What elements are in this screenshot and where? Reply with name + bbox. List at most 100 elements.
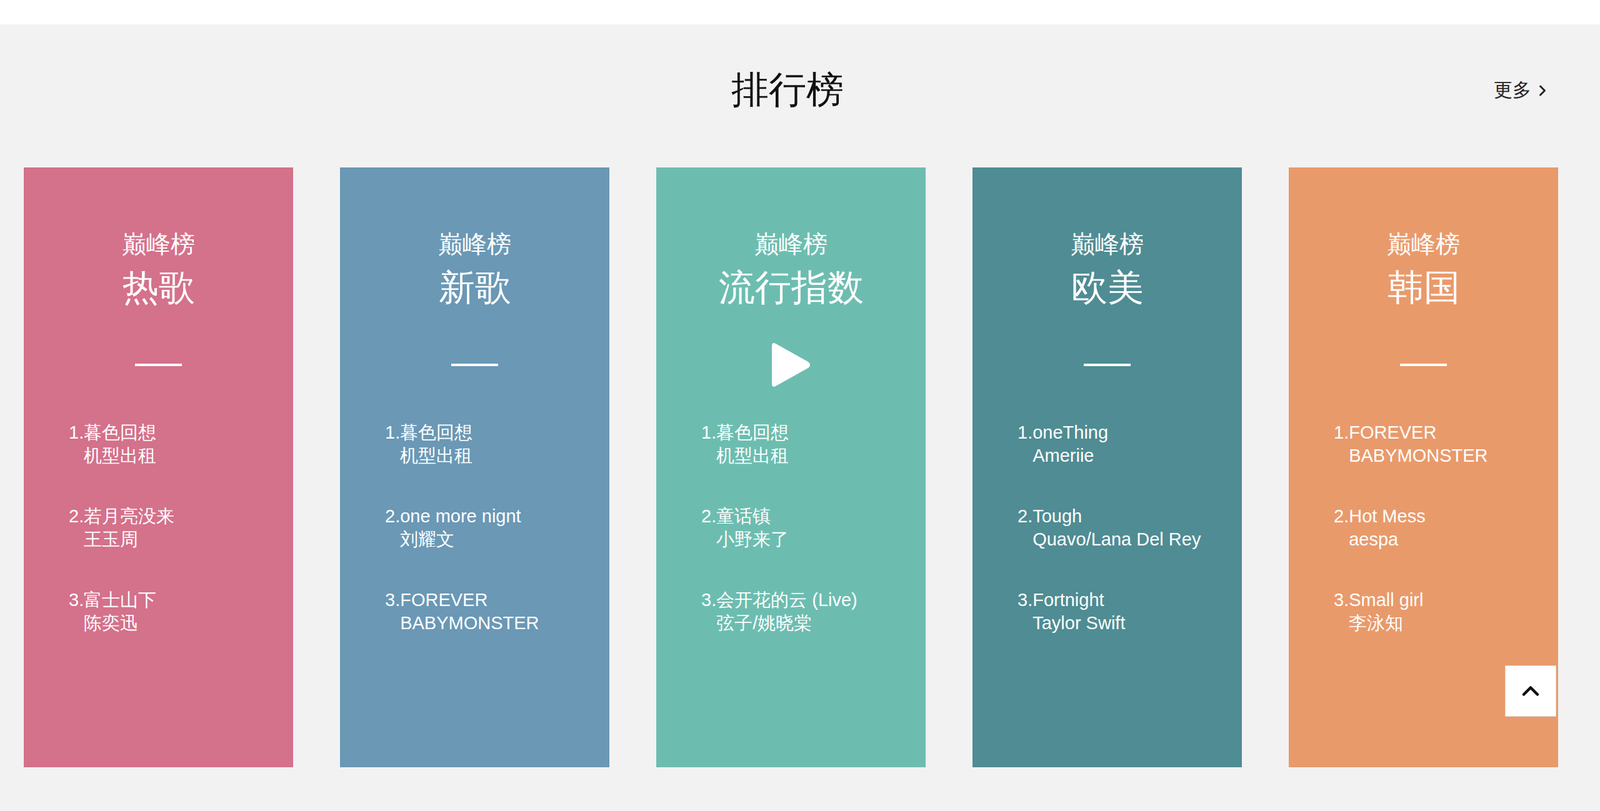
chart-card[interactable]: 巅峰榜热歌1.暮色回想机型出租2.若月亮没来王玉周3.富士山下陈奕迅 [23, 167, 294, 768]
song-item[interactable]: 3.FortnightTaylor Swift [1017, 588, 1205, 635]
song-item[interactable]: 1.FOREVERBABYMONSTER [1333, 421, 1521, 468]
song-list: 1.oneThingAmeriie 2.ToughQuavo/Lana Del R… [1017, 421, 1205, 635]
song-item[interactable]: 2.Hot Messaespa [1333, 505, 1521, 552]
song-rank: 2. [1333, 505, 1349, 552]
song-artist: 机型出租 [83, 444, 157, 468]
divider [1400, 363, 1447, 367]
song-title: Fortnight [1032, 588, 1125, 612]
chart-label: 巅峰榜 [1326, 230, 1521, 260]
song-rank: 1. [1017, 421, 1033, 468]
song-artist: 弦子/姚晓棠 [716, 611, 858, 635]
song-rank: 1. [68, 421, 84, 468]
song-rank: 1. [385, 421, 400, 468]
divider [451, 363, 499, 367]
song-item[interactable]: 3.FOREVERBABYMONSTER [385, 588, 572, 635]
song-title: 暮色回想 [400, 421, 473, 445]
song-item[interactable]: 2.若月亮没来王玉周 [68, 505, 256, 552]
page: 排行榜更多巅峰榜热歌1.暮色回想机型出租2.若月亮没来王玉周3.富士山下陈奕迅巅… [0, 0, 1600, 811]
song-artist: Quavo/Lana Del Rey [1032, 528, 1201, 552]
song-artist: BABYMONSTER [400, 611, 539, 635]
song-artist: 王玉周 [83, 528, 175, 552]
song-title: 暮色回想 [716, 421, 789, 445]
chart-card[interactable]: 巅峰榜流行指数 1.暮色回想机型出租 2.童话镇小野来了 3.会开花的云 (Live)… [656, 167, 926, 768]
chart-card[interactable]: 巅峰榜欧美 1.oneThingAmeriie 2.ToughQuavo/Lana … [972, 167, 1242, 768]
song-info: Hot Messaespa [1348, 505, 1425, 552]
song-info: 会开花的云 (Live)弦子/姚晓棠 [716, 588, 858, 635]
song-artist: Taylor Swift [1032, 611, 1125, 635]
song-item[interactable]: 1.暮色回想机型出租 [385, 421, 572, 468]
song-title: 富士山下 [83, 588, 157, 612]
song-item[interactable]: 1.暮色回想机型出租 [68, 421, 256, 468]
song-title: one more nignt [400, 505, 521, 529]
chart-cards: 巅峰榜热歌1.暮色回想机型出租2.若月亮没来王玉周3.富士山下陈奕迅巅峰榜新歌1… [23, 167, 1600, 768]
song-list: 1.暮色回想机型出租 2.one more nignt刘耀文 3.FOREVERBA… [385, 421, 572, 635]
song-list: 1.暮色回想机型出租 2.童话镇小野来了 3.会开花的云 (Live)弦子/姚晓棠 [701, 421, 889, 635]
chart-mark [61, 340, 256, 390]
title-row: 排行榜 更多 [23, 65, 1600, 115]
more-link[interactable]: 更多 [1493, 77, 1552, 104]
chart-card[interactable]: 巅峰榜新歌1.暮色回想机型出租2.one more nignt刘耀文3.FORE… [340, 167, 610, 768]
song-artist: Ameriie [1032, 444, 1109, 468]
chevron-right-icon [1533, 81, 1552, 100]
song-rank: 2. [701, 505, 717, 552]
top-strip [0, 0, 1600, 25]
song-info: 若月亮没来王玉周 [83, 505, 175, 552]
song-info: ToughQuavo/Lana Del Rey [1032, 505, 1201, 552]
play-icon[interactable] [770, 341, 812, 389]
song-artist: 刘耀文 [400, 528, 521, 552]
song-info: oneThingAmeriie [1032, 421, 1109, 468]
chart-name: 流行指数 [693, 265, 889, 310]
song-item[interactable]: 3.富士山下陈奕迅 [68, 588, 256, 635]
song-info: 暮色回想机型出租 [83, 421, 157, 468]
chart-name: 韩国 [1326, 265, 1521, 310]
song-item[interactable]: 2.童话镇小野来了 [701, 505, 889, 552]
chart-name: 欧美 [1010, 265, 1205, 310]
chevron-up-icon [1516, 677, 1545, 705]
song-item[interactable]: 1.暮色回想机型出租 [701, 421, 889, 468]
song-title: 若月亮没来 [83, 505, 175, 529]
divider [1083, 363, 1131, 367]
song-title: FOREVER [1348, 421, 1488, 445]
back-to-top-button[interactable] [1505, 665, 1557, 717]
chart-mark [377, 340, 572, 390]
song-info: FOREVERBABYMONSTER [400, 588, 539, 635]
chart-label: 巅峰榜 [61, 230, 256, 260]
song-rank: 3. [68, 588, 84, 635]
song-item[interactable]: 2.ToughQuavo/Lana Del Rey [1017, 505, 1205, 552]
song-item[interactable]: 3.Small girl李泳知 [1333, 588, 1521, 635]
chart-label: 巅峰榜 [1010, 230, 1205, 260]
chart-mark [1010, 340, 1205, 390]
song-info: 童话镇小野来了 [716, 505, 789, 552]
song-item[interactable]: 1.oneThingAmeriie [1017, 421, 1205, 468]
song-list: 1.FOREVERBABYMONSTER 2.Hot Messaespa 3.Sma… [1333, 421, 1521, 635]
song-title: 会开花的云 (Live) [716, 588, 858, 612]
song-rank: 1. [701, 421, 717, 468]
song-info: 暮色回想机型出租 [400, 421, 473, 468]
song-title: 童话镇 [716, 505, 789, 529]
song-artist: 小野来了 [716, 528, 789, 552]
song-artist: 陈奕迅 [83, 611, 157, 635]
song-rank: 2. [1017, 505, 1033, 552]
song-item[interactable]: 3.会开花的云 (Live)弦子/姚晓棠 [701, 588, 889, 635]
song-rank: 3. [1333, 588, 1349, 635]
song-info: Small girl李泳知 [1348, 588, 1424, 635]
song-rank: 2. [68, 505, 84, 552]
chart-label: 巅峰榜 [693, 230, 889, 260]
song-title: Hot Mess [1348, 505, 1425, 529]
song-rank: 3. [385, 588, 400, 635]
song-artist: aespa [1348, 528, 1425, 552]
song-rank: 1. [1333, 421, 1349, 468]
song-artist: 机型出租 [400, 444, 473, 468]
section-title: 排行榜 [731, 65, 844, 116]
chart-name: 新歌 [377, 265, 572, 310]
song-artist: 李泳知 [1348, 611, 1424, 635]
song-artist: BABYMONSTER [1348, 444, 1488, 468]
divider [135, 363, 182, 367]
song-artist: 机型出租 [716, 444, 789, 468]
song-info: FOREVERBABYMONSTER [1348, 421, 1488, 468]
song-rank: 3. [701, 588, 717, 635]
song-title: Tough [1032, 505, 1201, 529]
song-rank: 3. [1017, 588, 1033, 635]
song-item[interactable]: 2.one more nignt刘耀文 [385, 505, 572, 552]
song-info: 富士山下陈奕迅 [83, 588, 157, 635]
